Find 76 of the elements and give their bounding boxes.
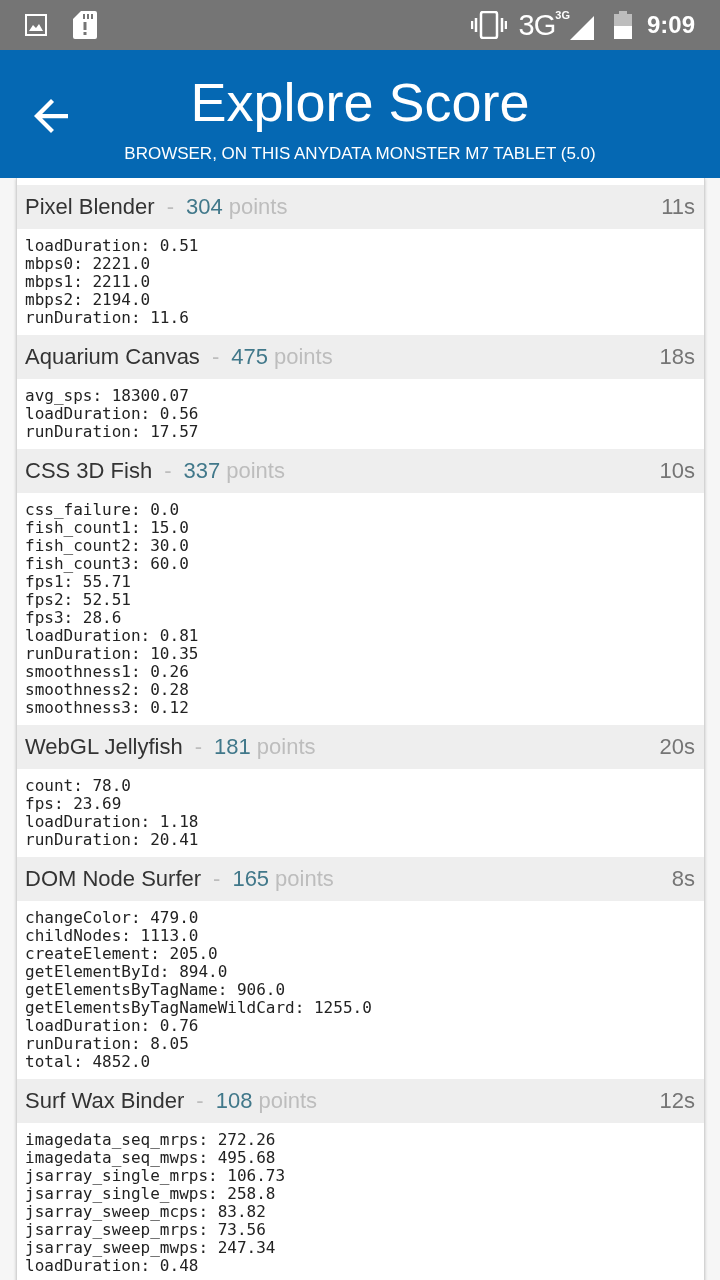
battery-icon <box>613 11 632 39</box>
metric-line: loadDuration: 0.76 <box>25 1017 200 1035</box>
metric-line: runDuration: 10.35 <box>25 645 200 663</box>
screen-title: Explore Score <box>190 71 530 134</box>
metric-line: getElementsByTagNameWildCard: 1255.0 <box>25 999 373 1017</box>
device-subtitle: BROWSER, ON THIS ANYDATA MONSTER M7 TABLET (5.0) <box>124 143 596 165</box>
metric-line: loadDuration: 0.56 <box>25 405 200 423</box>
separator: - <box>196 1090 204 1112</box>
test-name: Pixel Blender <box>25 196 155 218</box>
metric-line: fps3: 28.6 <box>25 609 123 627</box>
metric-line: avg_sps: 18300.07 <box>25 387 190 405</box>
test-name: Surf Wax Binder <box>25 1090 185 1112</box>
metric-line: getElementById: 894.0 <box>25 963 229 981</box>
metric-line: smoothness3: 0.12 <box>25 699 190 717</box>
separator: - <box>164 460 172 482</box>
score-value: 181 <box>214 736 251 758</box>
metric-line: runDuration: 17.57 <box>25 423 200 441</box>
score-value: 304 <box>185 196 223 218</box>
metric-line: runDuration: 20.41 <box>25 831 200 849</box>
score-value: 108 <box>215 1090 253 1112</box>
metric-line: loadDuration: 0.51 <box>25 237 200 255</box>
metric-line: fish_count1: 15.0 <box>25 519 190 537</box>
signal-icon <box>569 16 594 40</box>
metric-line: jsarray_sweep_mrps: 73.56 <box>25 1221 267 1239</box>
metric-line: jsarray_sweep_mcps: 83.82 <box>25 1203 267 1221</box>
vibrate-icon <box>470 11 507 39</box>
metric-line: jsarray_single_mrps: 106.73 <box>25 1167 287 1185</box>
metric-line: fps1: 55.71 <box>25 573 131 591</box>
duration-label: 18s <box>659 346 695 368</box>
test-name: CSS 3D Fish <box>25 460 153 482</box>
image-icon <box>25 14 47 36</box>
metric-line: loadDuration: 1.18 <box>25 813 200 831</box>
metric-line: childNodes: 1113.0 <box>25 927 200 945</box>
metric-line: imagedata_seq_mwps: 495.68 <box>25 1149 277 1167</box>
metric-line: mbps0: 2221.0 <box>25 255 152 273</box>
metric-line: loadDuration: 0.81 <box>25 627 200 645</box>
metric-line: css_failure: 0.0 <box>25 501 181 519</box>
test-name: DOM Node Surfer <box>25 868 202 890</box>
separator: - <box>166 196 174 218</box>
metric-line: mbps1: 2211.0 <box>25 273 152 291</box>
metric-line: mbps2: 2194.0 <box>25 291 152 309</box>
metric-line: runDuration: 11.6 <box>25 309 190 327</box>
duration-label: 11s <box>661 196 695 218</box>
back-arrow-icon <box>34 99 68 133</box>
duration-label: 20s <box>659 736 695 758</box>
metric-line: loadDuration: 0.48 <box>25 1257 199 1275</box>
metric-line: total: 4852.0 <box>25 1053 152 1071</box>
test-name: Aquarium Canvas <box>25 346 200 368</box>
metric-line: changeColor: 479.0 <box>25 909 200 927</box>
duration-label: 8s <box>671 868 695 890</box>
clock-time: 9:09 <box>646 13 695 37</box>
metric-line: count: 78.0 <box>25 777 132 795</box>
network-superscript-text: 3G <box>555 10 570 21</box>
duration-label: 10s <box>659 460 695 482</box>
score-value: 475 <box>231 346 268 368</box>
separator: - <box>211 346 220 368</box>
metric-line: jsarray_single_mwps: 258.8 <box>25 1185 277 1203</box>
metric-line: fish_count2: 30.0 <box>25 537 190 555</box>
metric-line: fps2: 52.51 <box>25 591 132 609</box>
network-type: 3G <box>518 10 556 40</box>
metric-line: createElement: 205.0 <box>25 945 219 963</box>
separator: - <box>213 868 221 890</box>
metric-line: smoothness2: 0.28 <box>25 681 190 699</box>
metric-line: jsarray_sweep_mwps: 247.34 <box>25 1239 277 1257</box>
metric-line: runDuration: 8.05 <box>25 1035 190 1053</box>
metric-line: fps: 23.69 <box>25 795 123 813</box>
sd-card-icon <box>73 11 97 39</box>
metric-line: getElementsByTagName: 906.0 <box>25 981 287 999</box>
metric-line: smoothness1: 0.26 <box>25 663 190 681</box>
metric-line: imagedata_seq_mrps: 272.26 <box>25 1131 277 1149</box>
test-name: WebGL Jellyfish <box>25 736 183 758</box>
duration-label: 12s <box>659 1090 695 1112</box>
separator: - <box>194 736 203 758</box>
score-value: 165 <box>232 868 270 890</box>
metric-line: fish_count3: 60.0 <box>25 555 190 573</box>
score-value: 337 <box>183 460 221 482</box>
